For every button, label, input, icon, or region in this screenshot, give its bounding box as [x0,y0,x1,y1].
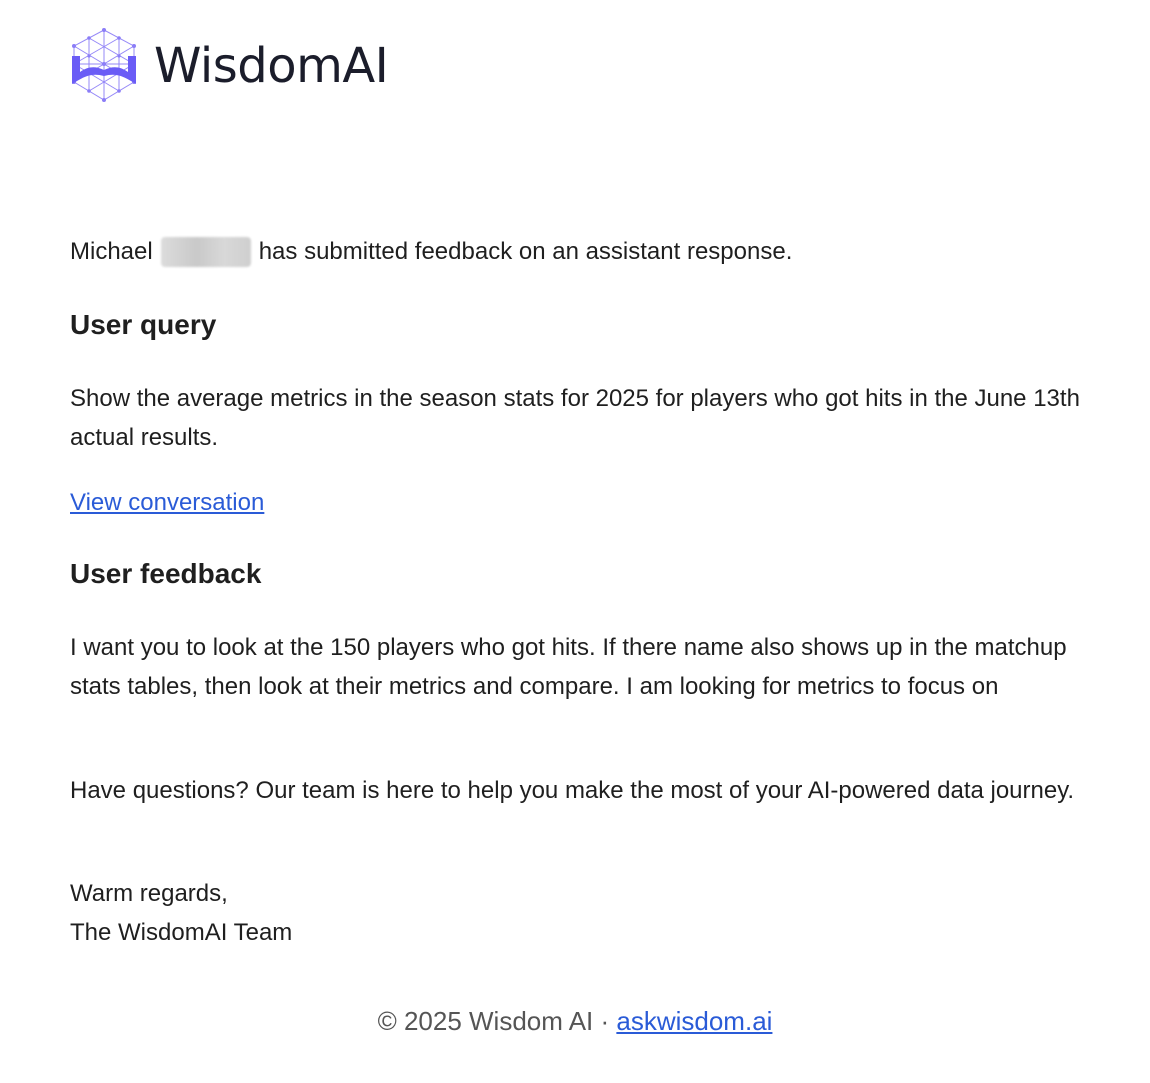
user-feedback-text: I want you to look at the 150 players wh… [70,634,1067,700]
feedback-intro: Michael has submitted feedback on an ass… [70,236,792,268]
hexagon-network-logo-icon [72,28,136,102]
brand-name: WisdomAI [154,38,389,94]
regards-text: Warm regards, [70,880,228,907]
redacted-last-name [160,237,251,267]
footer-copyright: © 2025 Wisdom AI · [377,1006,617,1036]
intro-message: has submitted feedback on an assistant r… [258,238,793,265]
view-conversation-wrapper: View conversation [70,483,1090,522]
user-query-heading: User query [70,309,217,340]
questions-text: Have questions? Our team is here to help… [70,777,1075,804]
user-query-text: Show the average metrics in the season s… [70,385,1080,451]
footer-website-link[interactable]: askwisdom.ai [616,1006,772,1036]
view-conversation-link[interactable]: View conversation [70,489,264,516]
sign-off: Warm regards, The WisdomAI Team [70,874,1090,952]
signature-text: The WisdomAI Team [70,919,293,946]
user-first-name: Michael [70,238,153,265]
brand-logo: WisdomAI [68,26,389,106]
user-feedback-heading: User feedback [70,558,262,589]
footer: © 2025 Wisdom AI · askwisdom.ai [0,1004,1150,1038]
